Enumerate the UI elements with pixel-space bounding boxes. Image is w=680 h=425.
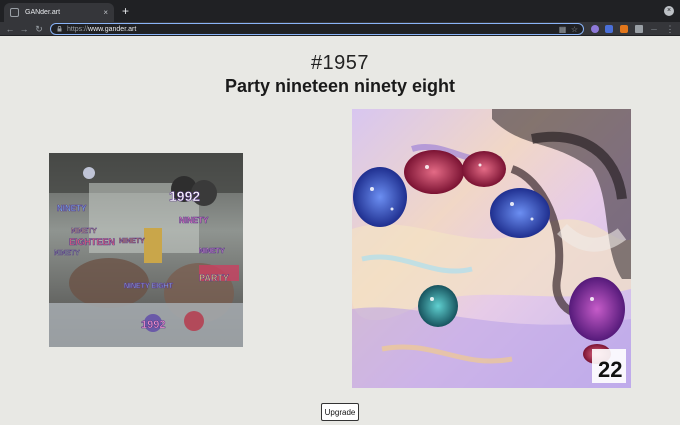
collage-text: NINETY EIGHT — [124, 283, 174, 290]
corner-label: 22 — [598, 357, 622, 382]
qr-icon[interactable]: ▦ — [558, 25, 567, 34]
browser-tab[interactable]: GANder.art × — [4, 3, 114, 22]
new-tab-button[interactable]: + — [122, 4, 129, 18]
url-prefix: https:// — [67, 26, 89, 33]
artwork-title: Party nineteen ninety eight — [224, 76, 456, 96]
favicon-icon — [10, 8, 19, 17]
collage-text: NINETY — [57, 204, 87, 213]
puzzle-extensions-icon[interactable] — [635, 25, 643, 33]
collage-text: NINETY — [54, 250, 80, 257]
bookmark-star-icon[interactable]: ☆ — [570, 25, 579, 34]
address-bar[interactable]: https://www.gander.art ▦ ☆ — [50, 23, 584, 35]
back-icon[interactable]: ← — [4, 23, 16, 35]
source-image: 1992 NINETY NINETY NINETY NINETY NINETY … — [49, 153, 243, 347]
window-close-button[interactable]: × — [664, 6, 674, 16]
metamask-icon[interactable] — [620, 25, 628, 33]
artwork-number: #1957 — [310, 52, 370, 74]
collage-text: NINETY — [71, 228, 97, 235]
url-host: www.gander.art — [88, 26, 137, 33]
upgrade-button[interactable]: Upgrade — [321, 403, 359, 421]
source-collage-image: 1992 NINETY NINETY NINETY NINETY NINETY … — [49, 153, 243, 347]
extension-separator — [651, 29, 657, 30]
collage-text: NINETY — [119, 238, 145, 245]
collage-text: EIGHTEEN — [69, 237, 115, 247]
collage-text: NINETY — [199, 248, 225, 255]
tab-close-icon[interactable]: × — [103, 8, 108, 17]
url-text: https://www.gander.art — [67, 25, 136, 34]
collage-text: PARTY — [199, 273, 229, 283]
collage-text: NINETY — [179, 216, 209, 225]
lock-icon — [57, 26, 62, 32]
reload-icon[interactable]: ↻ — [33, 23, 45, 35]
generated-artwork-image: 22 — [352, 109, 631, 388]
forward-icon[interactable]: → — [18, 23, 30, 35]
page-content: #1957 Party nineteen ninety eight 1992 N… — [0, 37, 680, 425]
collage-text: 1992 — [141, 319, 165, 331]
menu-kebab-icon[interactable]: ⋮ — [664, 23, 676, 35]
browser-toolbar: ← → ↻ https://www.gander.art ▦ ☆ ⋮ — [0, 22, 680, 36]
tab-title: GANder.art — [25, 9, 61, 16]
collage-text: 1992 — [169, 188, 200, 204]
extension-icon[interactable] — [605, 25, 613, 33]
browser-tab-bar: GANder.art × + × — [0, 0, 680, 22]
extension-icon[interactable] — [591, 25, 599, 33]
generated-image: 22 — [352, 109, 631, 388]
